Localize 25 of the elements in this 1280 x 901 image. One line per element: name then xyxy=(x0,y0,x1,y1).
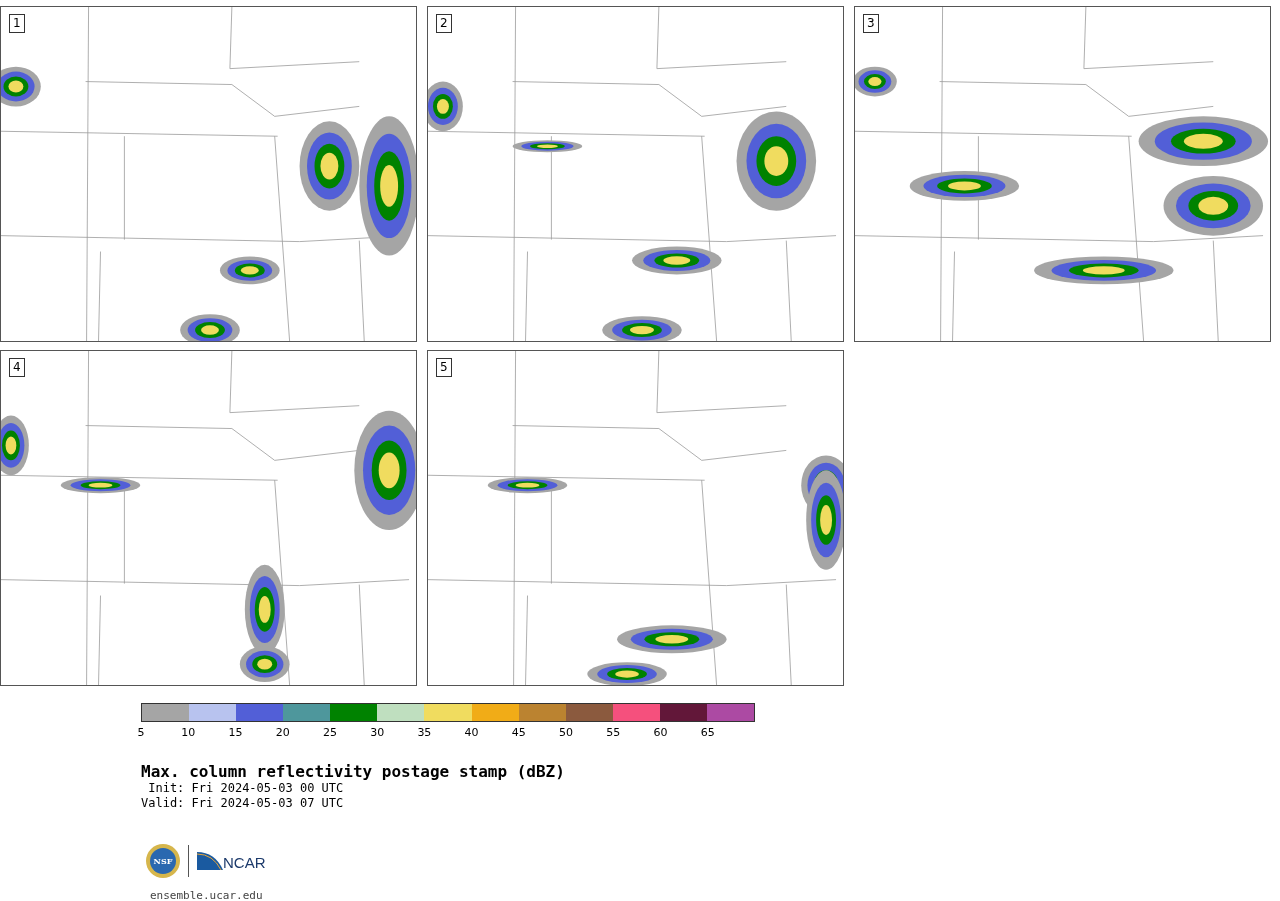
valid-time: Valid: Fri 2024-05-03 07 UTC xyxy=(141,796,345,811)
tick-label: 15 xyxy=(228,727,243,739)
tick-label: 20 xyxy=(275,727,290,739)
tick-label: 10 xyxy=(181,727,196,739)
ncar-swoosh-icon xyxy=(197,852,223,870)
panel-number: 5 xyxy=(436,358,452,377)
panel-number: 3 xyxy=(863,14,879,33)
tick-label: 30 xyxy=(370,727,385,739)
tick-label: 40 xyxy=(464,727,479,739)
panel-number: 4 xyxy=(9,358,25,377)
panel-number: 1 xyxy=(9,14,25,33)
site-url: ensemble.ucar.edu xyxy=(150,889,263,901)
tick-label: 60 xyxy=(653,727,668,739)
panel-number: 2 xyxy=(436,14,452,33)
tick-label: 25 xyxy=(322,727,337,739)
ncar-logo: NCAR xyxy=(197,852,266,870)
tick-label: 50 xyxy=(559,727,574,739)
tick-label: 55 xyxy=(606,727,621,739)
init-time: Init: Fri 2024-05-03 00 UTC xyxy=(147,781,345,796)
tick-label: 5 xyxy=(137,727,145,739)
chart-title: Max. column reflectivity postage stamp (dBZ) xyxy=(141,763,566,781)
tick-label: 45 xyxy=(511,727,526,739)
tick-label: 35 xyxy=(417,727,432,739)
nsf-logo: NSF xyxy=(146,844,180,878)
tick-label: 65 xyxy=(700,727,715,739)
